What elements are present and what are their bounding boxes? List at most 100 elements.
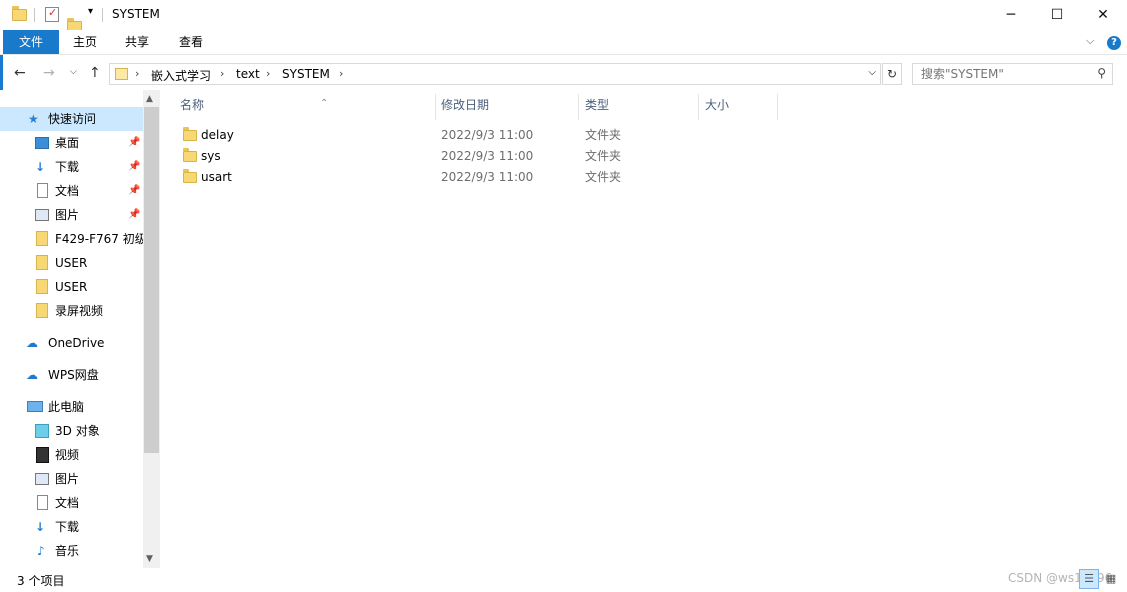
close-button[interactable]: ✕: [1080, 0, 1126, 30]
breadcrumb-item[interactable]: SYSTEM: [282, 67, 330, 81]
breadcrumb-item[interactable]: 嵌入式学习: [151, 67, 211, 84]
sidebar-item-pictures[interactable]: 图片 📌: [0, 203, 143, 227]
sidebar-item-onedrive[interactable]: ☁ OneDrive: [0, 331, 143, 355]
navigation-bar: ← → ⌵ ↑ › 嵌入式学习 › text › SYSTEM › ⌵ ↻ ⚲: [0, 56, 1127, 90]
tab-share[interactable]: 共享: [114, 30, 160, 54]
computer-icon: [27, 401, 43, 412]
chevron-right-icon[interactable]: ›: [339, 67, 343, 80]
music-icon: ♪: [37, 544, 45, 558]
sidebar-item-videos[interactable]: 视频: [0, 443, 143, 467]
file-row[interactable]: delay 2022/9/3 11:00 文件夹: [178, 125, 648, 146]
chevron-right-icon[interactable]: ›: [135, 67, 139, 80]
file-row[interactable]: usart 2022/9/3 11:00 文件夹: [178, 167, 648, 188]
item-count: 3 个项目: [17, 574, 65, 588]
sidebar-item-folder[interactable]: USER: [0, 251, 143, 275]
video-icon: [36, 447, 49, 463]
search-input[interactable]: [913, 64, 1083, 84]
sidebar-item-label: 图片: [55, 208, 80, 222]
forward-arrow-icon[interactable]: →: [43, 65, 55, 81]
breadcrumb-item[interactable]: text: [236, 67, 260, 81]
dropdown-icon[interactable]: ▾: [88, 6, 93, 22]
tab-view[interactable]: 查看: [168, 30, 214, 54]
sidebar-scrollbar[interactable]: ▲ ▼: [143, 90, 160, 568]
sidebar-item-label: 图片: [55, 472, 80, 486]
folder-icon: [36, 303, 48, 318]
folder-icon: [115, 68, 128, 80]
back-arrow-icon[interactable]: ←: [14, 65, 26, 81]
file-type: 文件夹: [585, 128, 622, 142]
sidebar-item-label: 录屏视频: [55, 304, 104, 318]
address-dropdown-icon[interactable]: ⌵: [868, 67, 876, 78]
file-type: 文件夹: [585, 170, 622, 184]
document-icon: [37, 495, 48, 510]
sidebar-item-documents[interactable]: 文档 📌: [0, 179, 143, 203]
divider: [102, 8, 103, 22]
sidebar-item-music[interactable]: ♪ 音乐: [0, 539, 143, 563]
column-divider[interactable]: [777, 94, 778, 120]
details-view-button[interactable]: ☰: [1079, 569, 1099, 589]
folder-icon: [36, 279, 48, 294]
sidebar-item-label: 视频: [55, 448, 80, 462]
column-divider[interactable]: [698, 94, 699, 120]
desktop-icon: [35, 137, 49, 149]
sidebar-item-label: 文档: [55, 496, 80, 510]
column-header-name[interactable]: 名称 ⌃: [180, 96, 430, 120]
sidebar-item-desktop[interactable]: 桌面 📌: [0, 131, 143, 155]
help-icon[interactable]: ?: [1107, 36, 1121, 50]
document-icon: [37, 183, 48, 198]
sidebar-item-folder[interactable]: 录屏视频: [0, 299, 143, 323]
refresh-button[interactable]: ↻: [882, 63, 902, 85]
picture-icon: [35, 473, 49, 485]
up-arrow-icon[interactable]: ↑: [89, 65, 101, 81]
cube-icon: [35, 424, 49, 438]
file-name: delay: [201, 128, 234, 142]
chevron-right-icon[interactable]: ›: [266, 67, 270, 80]
star-icon: ★: [28, 112, 39, 126]
file-name: sys: [201, 149, 221, 163]
sidebar-item-documents[interactable]: 文档: [0, 491, 143, 515]
sidebar-item-folder[interactable]: F429-F767 初级: [0, 227, 143, 251]
pin-icon: 📌: [128, 209, 141, 220]
column-header-size[interactable]: 大小: [705, 96, 729, 120]
tab-home[interactable]: 主页: [62, 30, 108, 54]
address-bar[interactable]: › 嵌入式学习 › text › SYSTEM › ⌵: [109, 63, 881, 85]
search-icon: ⚲: [1097, 66, 1106, 80]
sidebar-item-downloads[interactable]: ↓ 下载: [0, 515, 143, 539]
maximize-button[interactable]: ☐: [1034, 0, 1080, 30]
sidebar-item-this-pc[interactable]: 此电脑: [0, 395, 143, 419]
sidebar-item-quick-access[interactable]: ★ 快速访问: [0, 107, 143, 131]
cloud-icon: ☁: [26, 368, 38, 382]
scroll-down-icon[interactable]: ▼: [146, 554, 153, 564]
minimize-button[interactable]: ─: [988, 0, 1034, 30]
sidebar-item-label: USER: [55, 256, 88, 270]
large-icons-view-button[interactable]: ▦: [1101, 569, 1121, 589]
folder-icon: [36, 231, 48, 246]
column-header-date[interactable]: 修改日期: [441, 96, 489, 120]
chevron-down-icon[interactable]: ⌵: [1086, 34, 1094, 48]
sidebar-item-label: 桌面: [55, 136, 80, 150]
sidebar-item-wps[interactable]: ☁ WPS网盘: [0, 363, 143, 387]
download-icon: ↓: [35, 160, 46, 174]
tab-file[interactable]: 文件: [3, 30, 59, 54]
chevron-right-icon[interactable]: ›: [220, 67, 224, 80]
scrollbar-thumb[interactable]: [144, 107, 159, 453]
sidebar-item-folder[interactable]: USER: [0, 275, 143, 299]
sidebar-item-downloads[interactable]: ↓ 下载 📌: [0, 155, 143, 179]
search-box[interactable]: ⚲: [912, 63, 1113, 85]
column-divider[interactable]: [578, 94, 579, 120]
sidebar-item-label: 下载: [55, 520, 80, 534]
sidebar-item-3d-objects[interactable]: 3D 对象: [0, 419, 143, 443]
column-divider[interactable]: [435, 94, 436, 120]
sidebar-item-label: WPS网盘: [48, 368, 99, 382]
file-row[interactable]: sys 2022/9/3 11:00 文件夹: [178, 146, 648, 167]
sidebar-item-label: 此电脑: [48, 400, 85, 414]
sidebar-item-label: 3D 对象: [55, 424, 100, 438]
file-date: 2022/9/3 11:00: [441, 149, 534, 163]
properties-icon[interactable]: ✓: [45, 6, 59, 22]
window-title: SYSTEM: [112, 7, 160, 21]
file-list: 名称 ⌃ 修改日期 类型 大小 delay 2022/9/3 11:00 文件夹…: [160, 90, 1127, 568]
sidebar-item-pictures[interactable]: 图片: [0, 467, 143, 491]
column-header-type[interactable]: 类型: [585, 96, 609, 120]
scroll-up-icon[interactable]: ▲: [146, 94, 153, 104]
recent-dropdown-icon[interactable]: ⌵: [70, 67, 77, 77]
